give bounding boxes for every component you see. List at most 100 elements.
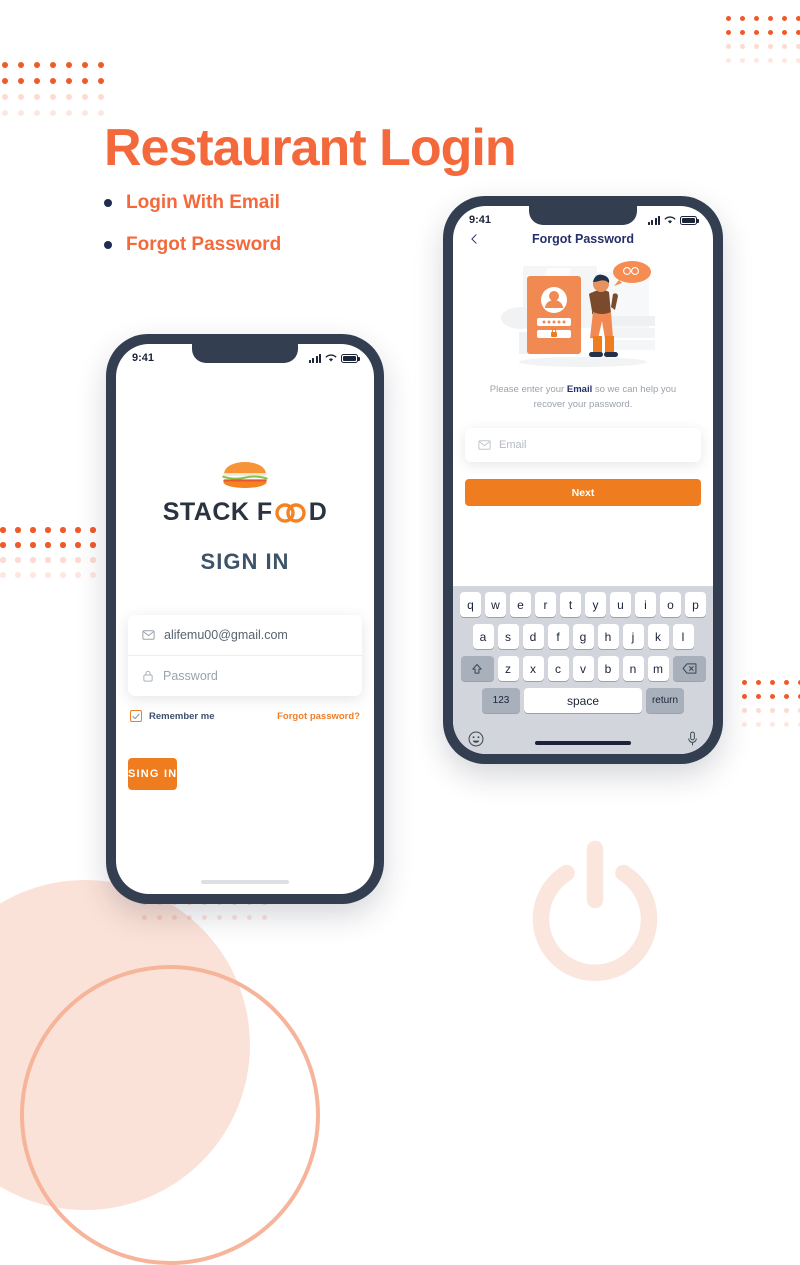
key-y[interactable]: y <box>585 592 606 617</box>
dot-grid-left <box>0 527 105 578</box>
forgot-password-illustration <box>501 261 655 367</box>
back-chevron-icon[interactable] <box>469 234 479 244</box>
battery-icon <box>680 215 699 225</box>
remember-me-label: Remember me <box>149 710 215 722</box>
status-time: 9:41 <box>132 352 155 364</box>
logo-text-prefix: STACK F <box>162 498 273 526</box>
signin-heading: SIGN IN <box>200 549 290 574</box>
keyboard-bottom-bar <box>456 720 710 754</box>
list-item: Forgot Password <box>104 230 281 260</box>
sign-in-button[interactable]: SING IN <box>128 758 178 790</box>
key-m[interactable]: m <box>647 656 669 681</box>
key-x[interactable]: x <box>522 656 544 681</box>
phone-mockup-signin: 9:41 STACK F D SIGN IN alifemu00@gmail.c… <box>106 334 384 904</box>
logo-wordmark: STACK F D <box>116 498 374 527</box>
key-j[interactable]: j <box>622 624 644 649</box>
checkmark-icon <box>132 713 140 719</box>
password-field-placeholder: Password <box>163 669 218 683</box>
key-p[interactable]: p <box>685 592 706 617</box>
key-d[interactable]: d <box>522 624 544 649</box>
helper-text-prefix: Please enter your <box>489 384 567 395</box>
dot-grid-right <box>742 680 800 727</box>
screen-title: Forgot Password <box>531 232 635 246</box>
signal-bars-icon <box>308 353 321 363</box>
wifi-icon <box>664 216 676 224</box>
shift-key-icon[interactable] <box>460 656 494 681</box>
status-icons <box>647 215 699 225</box>
logo-double-o-icon <box>274 500 308 526</box>
brand-logo: STACK F D <box>116 462 374 527</box>
logo-text-suffix: D <box>308 498 328 526</box>
key-o[interactable]: o <box>660 592 681 617</box>
signin-options: Remember me Forgot password? <box>130 710 360 722</box>
phone-mockup-forgot-password: 9:41 Forgot Password Please enter your E… <box>443 196 723 764</box>
keyboard-letters-row-3: zxcvbnm <box>497 656 669 681</box>
keyboard-row-3: zxcvbnm <box>456 656 710 681</box>
emoji-key-icon[interactable] <box>468 731 484 747</box>
space-key[interactable]: space <box>524 688 642 713</box>
wifi-icon <box>325 354 337 362</box>
dot-grid-top-right <box>726 16 800 63</box>
lock-icon <box>143 670 153 682</box>
backspace-key-icon[interactable] <box>672 656 706 681</box>
key-f[interactable]: f <box>547 624 569 649</box>
on-screen-keyboard: qwertyuiop asdfghjkl zxcvbnm 123 space r… <box>453 586 713 754</box>
password-field[interactable]: Password <box>128 655 362 696</box>
key-g[interactable]: g <box>572 624 594 649</box>
checkbox-box <box>130 710 142 722</box>
envelope-icon <box>478 440 491 451</box>
list-item-label: Login With Email <box>126 192 280 213</box>
key-t[interactable]: t <box>560 592 581 617</box>
key-k[interactable]: k <box>647 624 669 649</box>
email-field[interactable]: alifemu00@gmail.com <box>128 615 362 655</box>
envelope-icon <box>142 630 155 640</box>
email-input-placeholder: Email <box>499 439 527 452</box>
email-input[interactable]: Email <box>465 428 701 463</box>
forgot-password-screen: 9:41 Forgot Password Please enter your E… <box>453 206 713 754</box>
key-z[interactable]: z <box>497 656 519 681</box>
helper-text-emphasis: Email <box>566 384 593 395</box>
status-time: 9:41 <box>469 214 492 226</box>
signin-screen: 9:41 STACK F D SIGN IN alifemu00@gmail.c… <box>116 344 374 894</box>
key-e[interactable]: e <box>510 592 531 617</box>
key-b[interactable]: b <box>597 656 619 681</box>
dot-grid-top-left <box>2 62 114 116</box>
key-h[interactable]: h <box>597 624 619 649</box>
battery-icon <box>341 353 360 363</box>
numbers-key[interactable]: 123 <box>482 688 520 713</box>
helper-text: Please enter your Email so we can help y… <box>475 383 691 412</box>
credentials-card: alifemu00@gmail.com Password <box>128 615 362 696</box>
phone-notch <box>529 206 637 225</box>
forgot-password-link[interactable]: Forgot password? <box>277 711 360 722</box>
key-w[interactable]: w <box>485 592 506 617</box>
return-key[interactable]: return <box>646 688 684 713</box>
key-r[interactable]: r <box>535 592 556 617</box>
microphone-key-icon[interactable] <box>687 731 698 747</box>
burger-logo-icon <box>222 462 268 488</box>
key-i[interactable]: i <box>635 592 656 617</box>
key-l[interactable]: l <box>672 624 694 649</box>
key-v[interactable]: v <box>572 656 594 681</box>
next-button[interactable]: Next <box>465 479 701 507</box>
home-indicator <box>535 741 631 745</box>
page-title: Restaurant Login <box>104 119 517 177</box>
status-icons <box>308 353 360 363</box>
signal-bars-icon <box>647 215 660 225</box>
home-indicator <box>201 880 289 884</box>
bullet-dot-icon <box>104 199 112 207</box>
key-n[interactable]: n <box>622 656 644 681</box>
key-q[interactable]: q <box>460 592 481 617</box>
bullet-dot-icon <box>104 241 112 249</box>
key-u[interactable]: u <box>610 592 631 617</box>
peach-filled-circle <box>0 880 250 1210</box>
nav-header: Forgot Password <box>453 228 713 254</box>
key-a[interactable]: a <box>472 624 494 649</box>
keyboard-row-1: qwertyuiop <box>456 592 710 617</box>
peach-ring-circle <box>20 965 320 1265</box>
remember-me-checkbox[interactable]: Remember me <box>130 710 214 722</box>
key-s[interactable]: s <box>497 624 519 649</box>
list-item: Login With Email <box>104 188 281 218</box>
key-c[interactable]: c <box>547 656 569 681</box>
phone-notch <box>192 344 298 363</box>
feature-list: Login With Email Forgot Password <box>104 188 281 272</box>
